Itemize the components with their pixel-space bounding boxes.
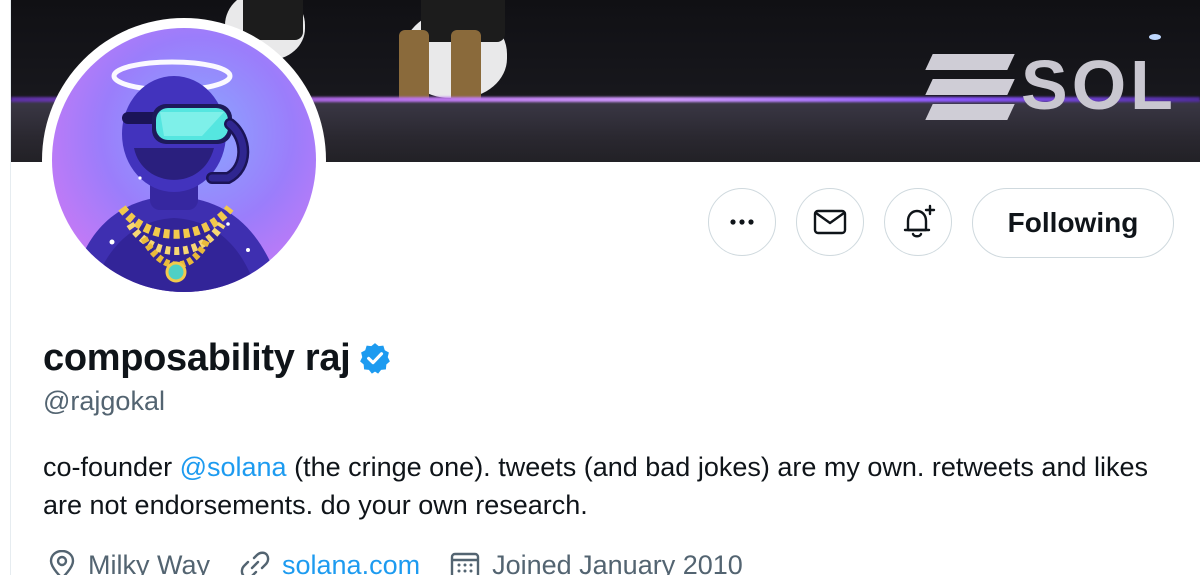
location-text: Milky Way	[88, 549, 210, 575]
message-button[interactable]	[796, 188, 864, 256]
website-item: solana.com	[240, 550, 420, 575]
profile-meta: Milky Way solana.com Joined January 2010	[48, 548, 773, 575]
notifications-button[interactable]	[884, 188, 952, 256]
location-pin-icon	[49, 550, 75, 575]
user-handle: @rajgokal	[43, 386, 165, 416]
joined-text: Joined January 2010	[492, 549, 743, 575]
profile-page: SOL Following composability raj @rajgoka…	[0, 0, 1200, 575]
profile-avatar[interactable]	[42, 18, 326, 302]
more-button[interactable]	[708, 188, 776, 256]
verified-badge-icon	[360, 343, 391, 374]
website-link[interactable]: solana.com	[282, 550, 420, 575]
more-dots-icon	[730, 219, 754, 225]
avatar-illustration	[72, 59, 282, 292]
link-icon	[240, 551, 270, 575]
envelope-icon	[813, 209, 847, 235]
bio-mention-link[interactable]: @solana	[180, 452, 287, 482]
avatar-image	[52, 28, 316, 292]
name-row: composability raj	[43, 336, 392, 380]
profile-bio: co-founder @solana (the cringe one). twe…	[43, 448, 1163, 524]
bio-text: co-founder	[43, 452, 180, 482]
banner-brand-text: SOL	[1021, 46, 1177, 124]
calendar-icon	[450, 552, 480, 575]
display-name: composability raj	[43, 336, 351, 379]
joined-item: Joined January 2010	[450, 550, 743, 575]
stage-light	[1149, 34, 1161, 40]
following-button[interactable]: Following	[972, 188, 1174, 258]
location-item: Milky Way	[48, 550, 210, 575]
solana-logo-icon	[925, 54, 1015, 120]
bell-plus-icon	[903, 204, 936, 238]
